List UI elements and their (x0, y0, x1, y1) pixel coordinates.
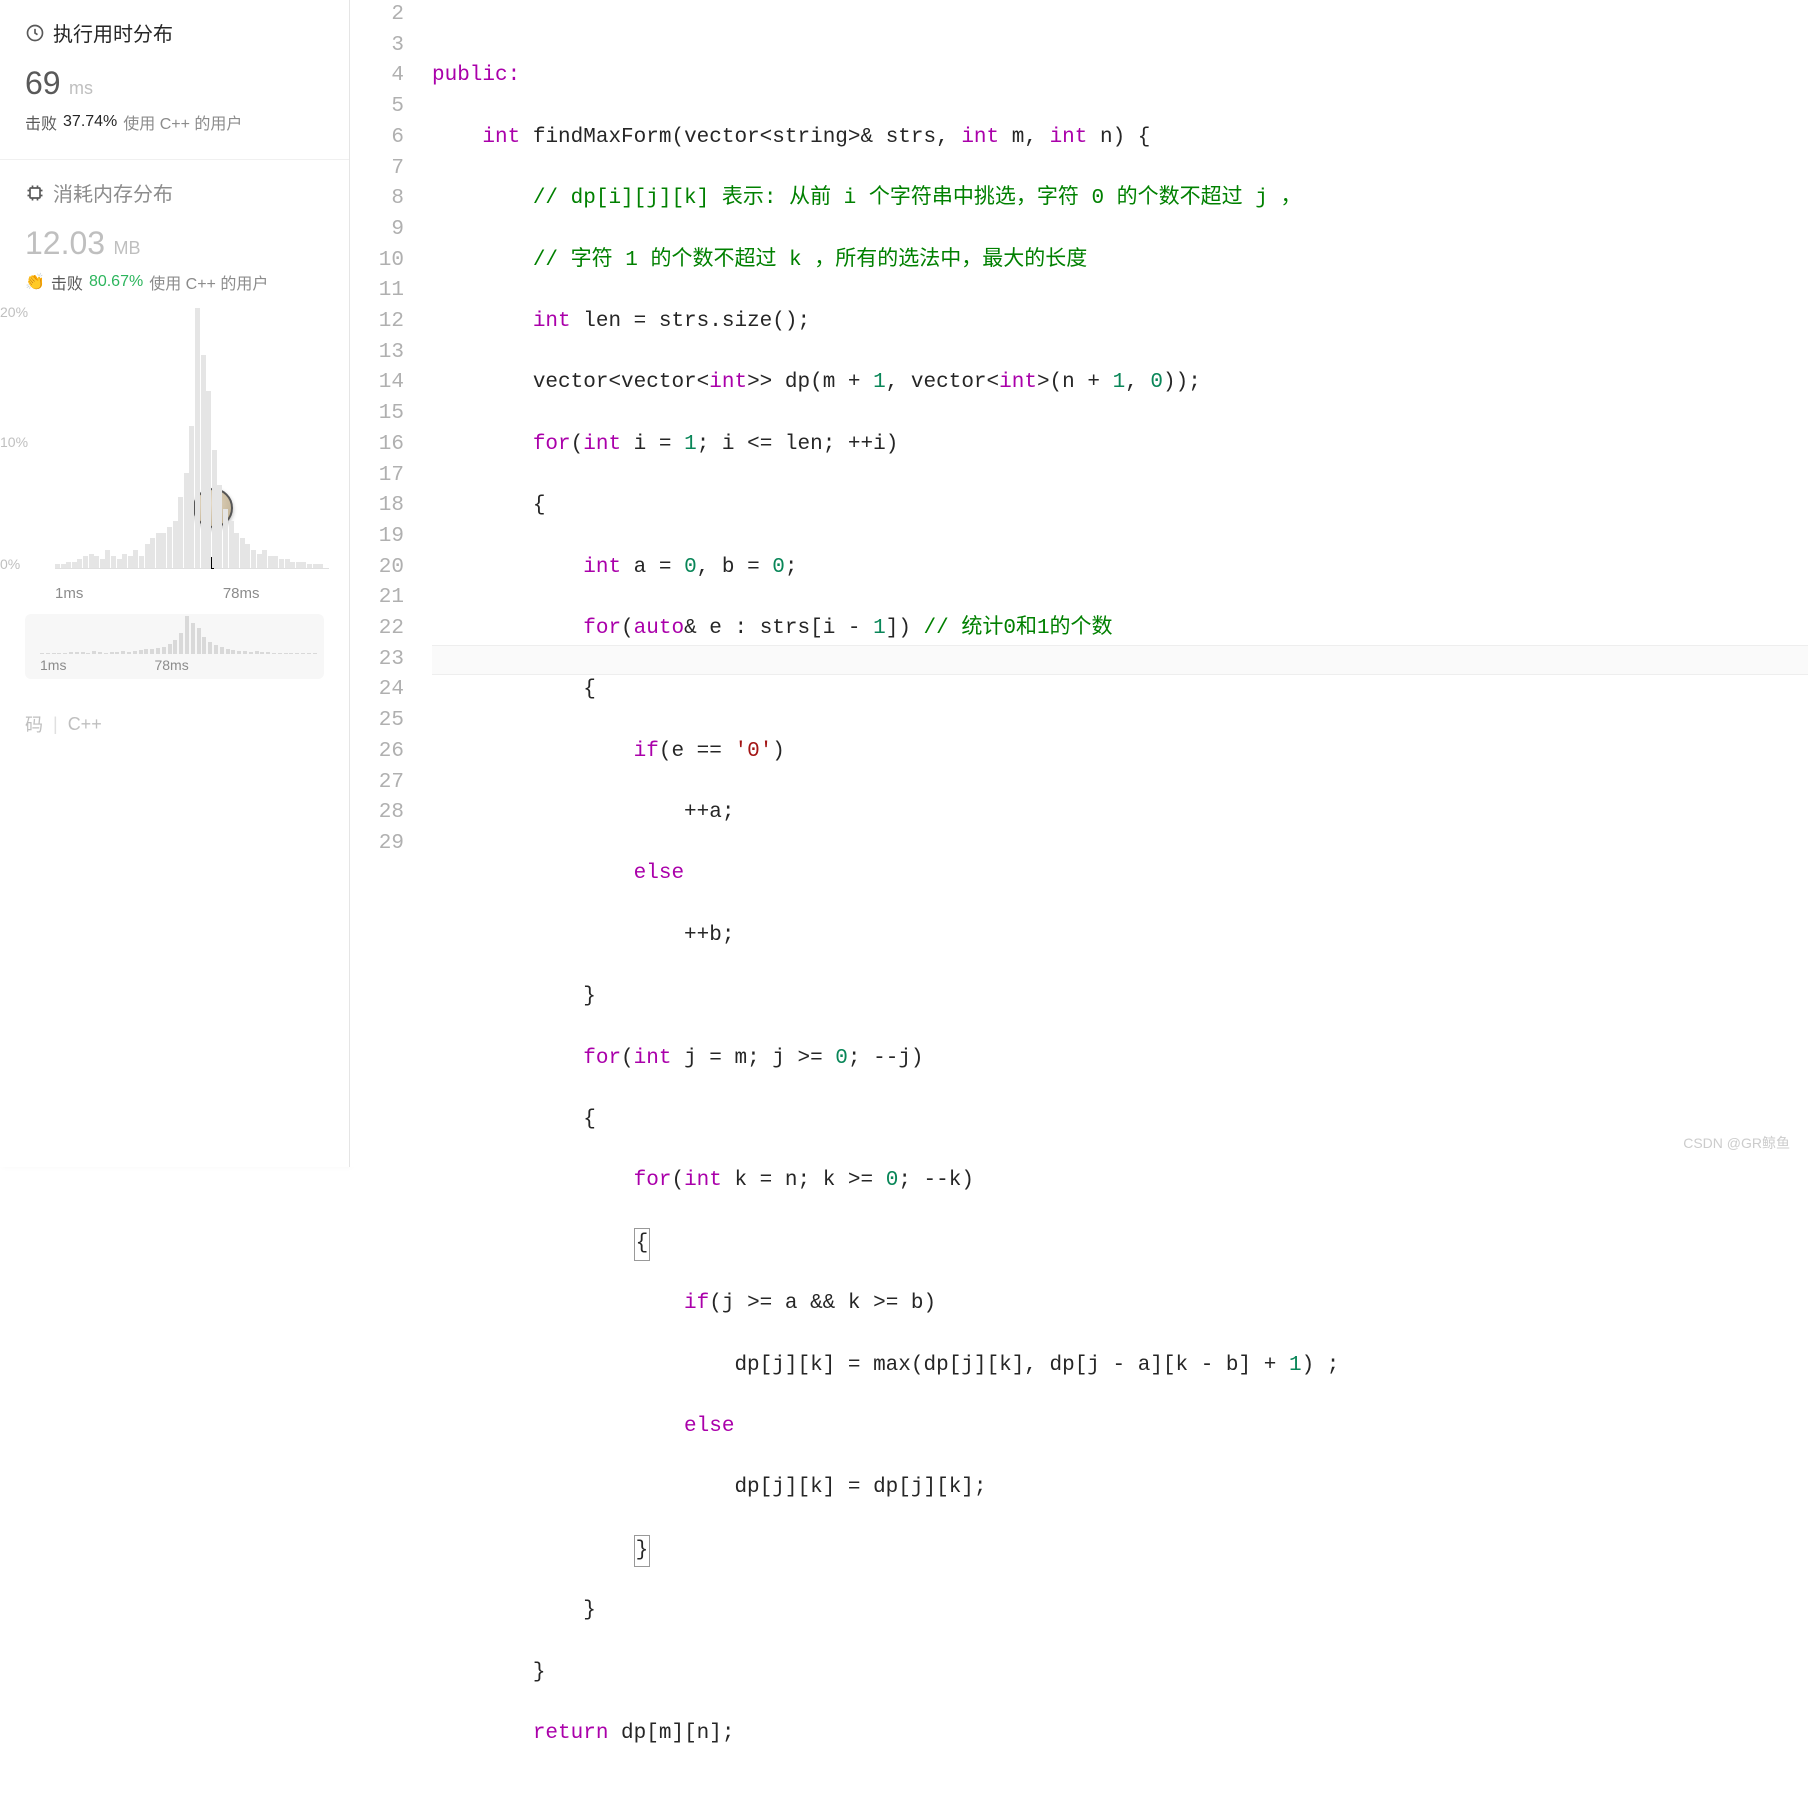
y-label-10: 10% (0, 434, 28, 450)
y-label-20: 20% (0, 304, 28, 320)
memory-unit: MB (114, 238, 141, 258)
x-axis: 1ms 78ms (55, 585, 329, 602)
runtime-section: 执行用时分布 69 ms 击败 37.74% 使用 C++ 的用户 (0, 0, 349, 160)
memory-beat-suffix: 使用 C++ 的用户 (149, 270, 268, 294)
mini-x-axis: 1ms 78ms (40, 657, 309, 673)
memory-head: 消耗内存分布 (25, 178, 324, 207)
runtime-title: 执行用时分布 (53, 18, 173, 47)
runtime-head: 执行用时分布 (25, 18, 324, 47)
chip-icon (25, 183, 45, 203)
x-min: 1ms (55, 585, 83, 602)
comment: // 字符 1 的个数不超过 k ，所有的选法中，最大的长度 (533, 249, 1087, 272)
clock-icon (25, 23, 45, 43)
code-editor[interactable]: 2345678910111213141516171819202122232425… (350, 0, 1808, 1167)
runtime-beat-suffix: 使用 C++ 的用户 (123, 110, 242, 134)
chart-canvas (55, 309, 329, 569)
runtime-chart[interactable]: 20% 10% 0% 1ms 78ms (0, 304, 349, 614)
mini-x-mid: 78ms (154, 657, 188, 673)
watermark: CSDN @GR鲸鱼 (1683, 1128, 1790, 1159)
memory-section: 消耗内存分布 12.03 MB 👏 击败 80.67% 使用 C++ 的用户 (0, 160, 349, 304)
bottom-left: 码 (25, 711, 43, 737)
comment: // dp[i][j][k] 表示: 从前 i 个字符串中挑选，字符 0 的个数… (533, 187, 1302, 210)
kw-public: public: (432, 64, 520, 87)
stats-sidebar: 执行用时分布 69 ms 击败 37.74% 使用 C++ 的用户 消耗内存分布… (0, 0, 350, 1167)
bottom-row: 码 | C++ (0, 699, 349, 749)
y-label-0: 0% (0, 556, 20, 572)
runtime-value-row: 69 ms (25, 65, 324, 102)
mini-chart[interactable]: 1ms 78ms (25, 614, 324, 679)
matched-brace: { (634, 1228, 651, 1261)
matched-brace: } (634, 1535, 651, 1568)
bottom-lang[interactable]: C++ (68, 714, 102, 735)
memory-beat-label: 击败 (51, 270, 83, 294)
memory-beat-pct: 80.67% (89, 273, 143, 291)
x-mid: 78ms (223, 585, 260, 602)
memory-title: 消耗内存分布 (53, 178, 173, 207)
memory-beat-line: 👏 击败 80.67% 使用 C++ 的用户 (25, 270, 324, 294)
highlighted-line-bg (432, 645, 1808, 676)
memory-value: 12.03 (25, 225, 105, 261)
line-gutter: 2345678910111213141516171819202122232425… (350, 0, 432, 1167)
runtime-value: 69 (25, 65, 61, 101)
beat-label: 击败 (25, 110, 57, 134)
runtime-beat-pct: 37.74% (63, 113, 117, 131)
runtime-unit: ms (69, 78, 93, 98)
runtime-beat-line: 击败 37.74% 使用 C++ 的用户 (25, 110, 324, 134)
code-content[interactable]: public: int findMaxForm(vector<string>& … (432, 0, 1808, 1167)
mini-x-min: 1ms (40, 657, 66, 673)
memory-value-row: 12.03 MB (25, 225, 324, 262)
hands-icon: 👏 (25, 272, 45, 292)
